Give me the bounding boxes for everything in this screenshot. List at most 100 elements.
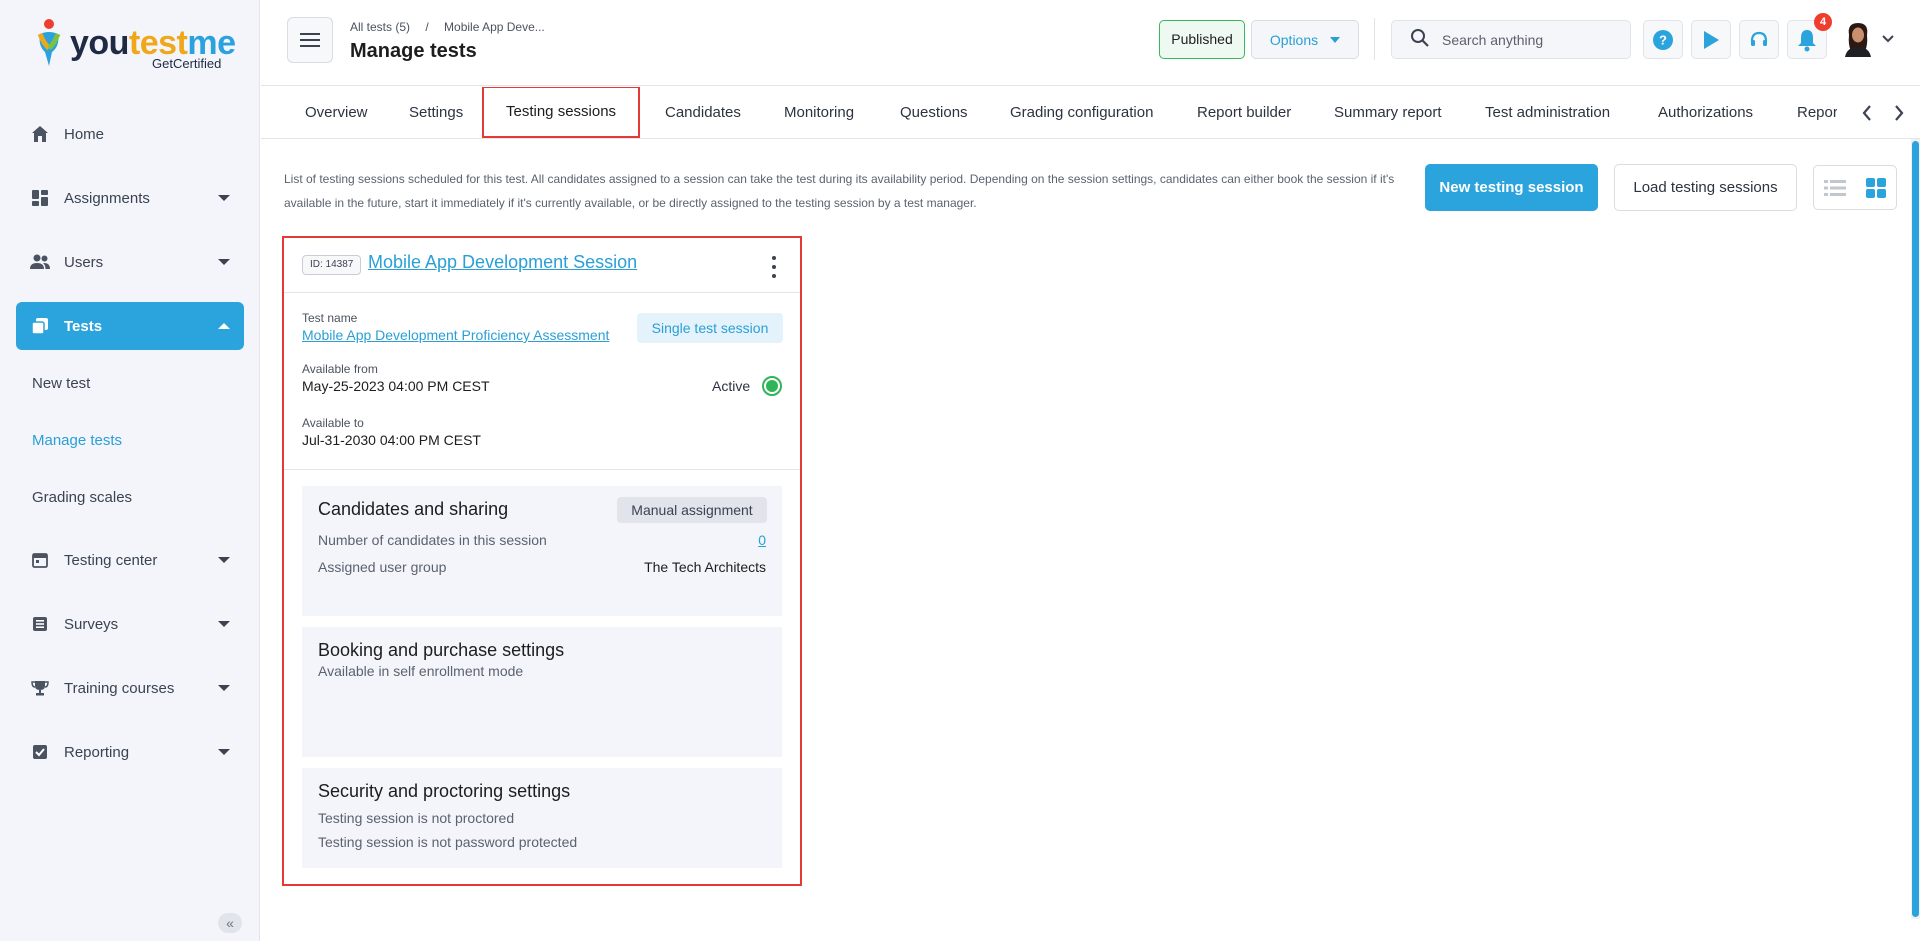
- chevron-left-icon: [1862, 105, 1871, 121]
- search-icon: [1410, 28, 1430, 51]
- section-title: Security and proctoring settings: [318, 781, 571, 801]
- tab-test-administration[interactable]: Test administration: [1485, 87, 1610, 138]
- candidates-sharing-section: Candidates and sharing Manual assignment…: [302, 486, 782, 616]
- grid-view-icon: [1865, 177, 1886, 198]
- test-name-link[interactable]: Mobile App Development Proficiency Asses…: [302, 327, 609, 343]
- grid-view-button[interactable]: [1855, 166, 1896, 209]
- dashboard-icon: [30, 188, 50, 208]
- chevron-down-icon: [218, 557, 230, 563]
- status-label: Active: [712, 378, 751, 394]
- list-view-button[interactable]: [1814, 166, 1855, 209]
- assignment-mode-badge: Manual assignment: [617, 497, 767, 523]
- sidebar-item-label: Testing center: [64, 551, 158, 569]
- chevron-down-icon: [218, 685, 230, 691]
- logo-tagline: GetCertified: [152, 56, 222, 71]
- list-icon: [30, 614, 50, 634]
- view-toggle: [1813, 165, 1897, 210]
- search-input[interactable]: Search anything: [1391, 20, 1631, 59]
- chevron-down-icon: [218, 749, 230, 755]
- support-button[interactable]: [1739, 20, 1779, 59]
- sidebar-item-surveys[interactable]: Surveys: [16, 600, 244, 648]
- start-test-button[interactable]: [1691, 20, 1731, 59]
- list-view-icon: [1823, 179, 1846, 196]
- candidate-count-label: Number of candidates in this session: [318, 532, 547, 548]
- sidebar-item-label: Training courses: [64, 679, 175, 697]
- active-status-icon: [762, 376, 783, 396]
- sidebar-item-reporting[interactable]: Reporting: [16, 728, 244, 776]
- tab-settings[interactable]: Settings: [409, 87, 463, 138]
- sidebar-subitem-manage-tests[interactable]: Manage tests: [16, 412, 244, 469]
- tab-grading-configuration[interactable]: Grading configuration: [1010, 87, 1153, 138]
- calendar-icon: [30, 550, 50, 570]
- breadcrumb-separator: /: [425, 20, 429, 34]
- logo-figure-icon: [37, 19, 61, 66]
- session-type-badge: Single test session: [637, 313, 783, 343]
- section-title: Booking and purchase settings: [318, 640, 565, 660]
- app-root: youtestme GetCertified Home Assignments …: [0, 0, 1920, 941]
- tabs-scroll-right-button[interactable]: [1889, 103, 1909, 123]
- session-title-link[interactable]: Mobile App Development Session: [368, 252, 637, 273]
- home-icon: [30, 124, 50, 144]
- report-icon: [30, 742, 50, 762]
- sidebar-item-testing-center[interactable]: Testing center: [16, 536, 244, 584]
- available-from-label: Available from: [302, 362, 378, 376]
- tab-monitoring[interactable]: Monitoring: [784, 87, 854, 138]
- tab-candidates[interactable]: Candidates: [665, 87, 741, 138]
- sidebar-item-training-courses[interactable]: Training courses: [16, 664, 244, 712]
- chevron-down-icon: [218, 259, 230, 265]
- sidebar-subitem-grading-scales[interactable]: Grading scales: [16, 469, 244, 526]
- help-icon: ?: [1653, 29, 1673, 50]
- chevron-up-icon: [218, 323, 230, 329]
- options-dropdown[interactable]: Options: [1251, 20, 1359, 59]
- tab-reports-truncated[interactable]: Repor: [1797, 87, 1837, 138]
- sidebar-nav: Home Assignments Users Tests: [16, 110, 244, 366]
- sidebar-item-home[interactable]: Home: [16, 110, 244, 158]
- test-tabs: Overview Settings Testing sessions Candi…: [261, 87, 1920, 139]
- proctoring-status-text: Testing session is not proctored: [318, 810, 515, 826]
- tests-submenu: New test Manage tests Grading scales: [16, 355, 244, 526]
- section-title: Candidates and sharing: [318, 499, 509, 519]
- collapse-sidebar-button[interactable]: «: [218, 913, 242, 933]
- options-label: Options: [1269, 31, 1319, 48]
- tab-report-builder[interactable]: Report builder: [1197, 87, 1291, 138]
- search-placeholder: Search anything: [1442, 31, 1544, 48]
- trophy-icon: [30, 678, 50, 698]
- scrollbar-thumb[interactable]: [1912, 141, 1919, 917]
- sidebar-subitem-new-test[interactable]: New test: [16, 355, 244, 412]
- tab-questions[interactable]: Questions: [900, 87, 968, 138]
- hamburger-icon: [300, 33, 320, 47]
- candidate-count-link[interactable]: 0: [758, 532, 766, 548]
- page-scrollbar[interactable]: [1911, 139, 1920, 919]
- user-avatar[interactable]: [1841, 21, 1875, 57]
- chevron-down-icon[interactable]: [1882, 35, 1894, 43]
- help-button[interactable]: ?: [1643, 20, 1683, 59]
- sidebar-item-tests[interactable]: Tests: [16, 302, 244, 350]
- card-divider: [284, 469, 800, 470]
- load-testing-sessions-button[interactable]: Load testing sessions: [1614, 164, 1797, 211]
- header-divider: [1374, 18, 1375, 60]
- user-group-label: Assigned user group: [318, 559, 447, 575]
- users-icon: [30, 252, 50, 272]
- menu-toggle-button[interactable]: [287, 17, 333, 63]
- logo[interactable]: youtestme GetCertified: [34, 18, 236, 74]
- new-testing-session-button[interactable]: New testing session: [1425, 164, 1598, 211]
- testing-session-card: ID: 14387 Mobile App Development Session…: [282, 236, 802, 886]
- sidebar-item-label: Reporting: [64, 743, 130, 761]
- published-status-button[interactable]: Published: [1159, 20, 1245, 59]
- breadcrumb: All tests (5) / Mobile App Deve...: [350, 20, 557, 34]
- tab-summary-report[interactable]: Summary report: [1334, 87, 1442, 138]
- more-options-icon[interactable]: [768, 256, 780, 278]
- sidebar-item-users[interactable]: Users: [16, 238, 244, 286]
- sidebar-item-assignments[interactable]: Assignments: [16, 174, 244, 222]
- available-from-value: May-25-2023 04:00 PM CEST: [302, 378, 490, 394]
- breadcrumb-all-tests[interactable]: All tests (5): [350, 20, 410, 34]
- tabs-scroll-left-button[interactable]: [1857, 103, 1877, 123]
- tab-overview[interactable]: Overview: [305, 87, 368, 138]
- tab-authorizations[interactable]: Authorizations: [1658, 87, 1753, 138]
- notification-count-badge: 4: [1814, 13, 1832, 31]
- headset-icon: [1750, 31, 1768, 46]
- sidebar: youtestme GetCertified Home Assignments …: [0, 0, 260, 941]
- notifications-button[interactable]: 4: [1787, 13, 1832, 59]
- tab-testing-sessions[interactable]: Testing sessions: [482, 87, 641, 138]
- chevron-right-icon: [1895, 105, 1904, 121]
